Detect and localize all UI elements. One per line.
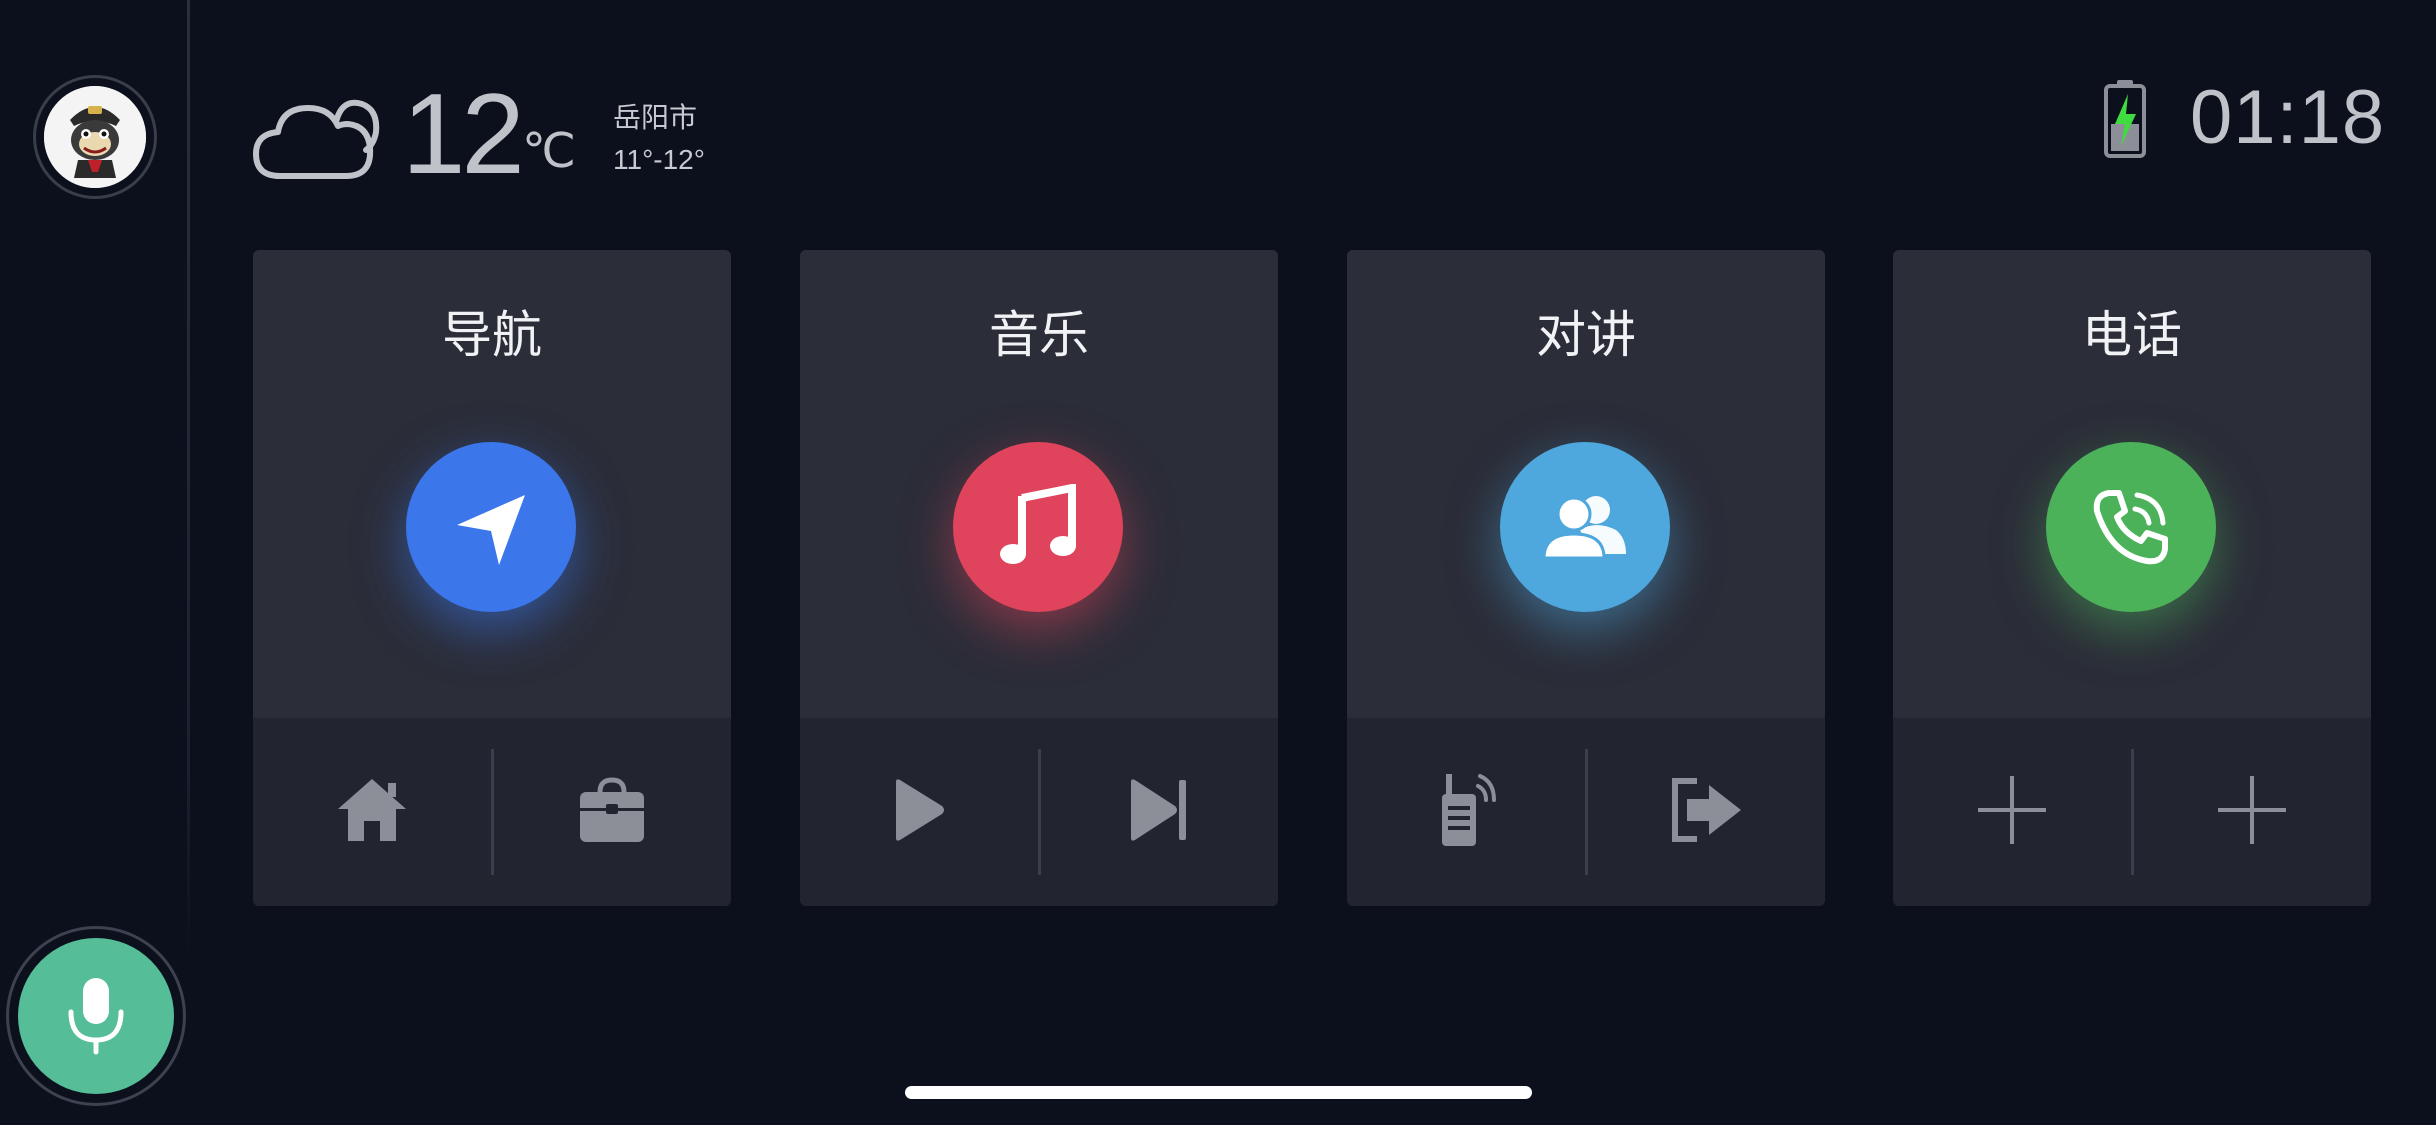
clock: 01:18	[2190, 75, 2386, 160]
card-header[interactable]: 电话	[1893, 250, 2371, 718]
sidebar-divider	[187, 0, 190, 960]
add-contact-button-1[interactable]	[1893, 718, 2131, 906]
home-screen: 12 ℃ 岳阳市 11°-12° 01:18 导航 音乐 对讲 电话	[0, 0, 2436, 1125]
avatar-mascot-image	[44, 86, 146, 188]
card-phone[interactable]: 电话	[1893, 250, 2371, 906]
temperature-unit: ℃	[522, 125, 576, 178]
avatar[interactable]	[33, 75, 157, 199]
cloud-icon	[250, 92, 380, 182]
temperature-value: 12	[402, 71, 525, 198]
exit-button[interactable]	[1588, 718, 1826, 906]
city-name: 岳阳市	[613, 102, 698, 133]
card-title: 导航	[442, 306, 542, 364]
play-icon	[892, 778, 946, 847]
card-header[interactable]: 音乐	[800, 250, 1278, 718]
exit-icon	[1669, 777, 1743, 848]
add-contact-button-2[interactable]	[2134, 718, 2372, 906]
work-button[interactable]	[494, 718, 732, 906]
card-header[interactable]: 对讲	[1347, 250, 1825, 718]
voice-button[interactable]	[6, 926, 186, 1106]
walkie-talkie-icon	[1436, 772, 1496, 853]
next-track-button[interactable]	[1041, 718, 1279, 906]
card-actions	[1893, 718, 2371, 906]
navigation-arrow-icon[interactable]	[406, 442, 576, 612]
card-actions	[1347, 718, 1825, 906]
home-button[interactable]	[253, 718, 491, 906]
card-title: 对讲	[1536, 306, 1636, 364]
card-music[interactable]: 音乐	[800, 250, 1278, 906]
card-actions	[253, 718, 731, 906]
card-intercom[interactable]: 对讲	[1347, 250, 1825, 906]
card-header[interactable]: 导航	[253, 250, 731, 718]
skip-next-icon	[1129, 778, 1189, 847]
add-icon	[2216, 774, 2288, 851]
play-button[interactable]	[800, 718, 1038, 906]
card-navigation[interactable]: 导航	[253, 250, 731, 906]
briefcase-icon	[578, 776, 646, 849]
phone-icon[interactable]	[2046, 442, 2216, 612]
temperature-range: 11°-12°	[613, 144, 705, 175]
card-title: 电话	[2082, 306, 2182, 364]
music-note-icon[interactable]	[953, 442, 1123, 612]
microphone-icon	[18, 938, 174, 1094]
card-actions	[800, 718, 1278, 906]
home-indicator[interactable]	[905, 1086, 1532, 1099]
home-icon	[336, 777, 408, 848]
group-icon[interactable]	[1500, 442, 1670, 612]
talk-button[interactable]	[1347, 718, 1585, 906]
add-icon	[1976, 774, 2048, 851]
battery-charging-icon	[2103, 80, 2147, 158]
card-title: 音乐	[989, 306, 1089, 364]
